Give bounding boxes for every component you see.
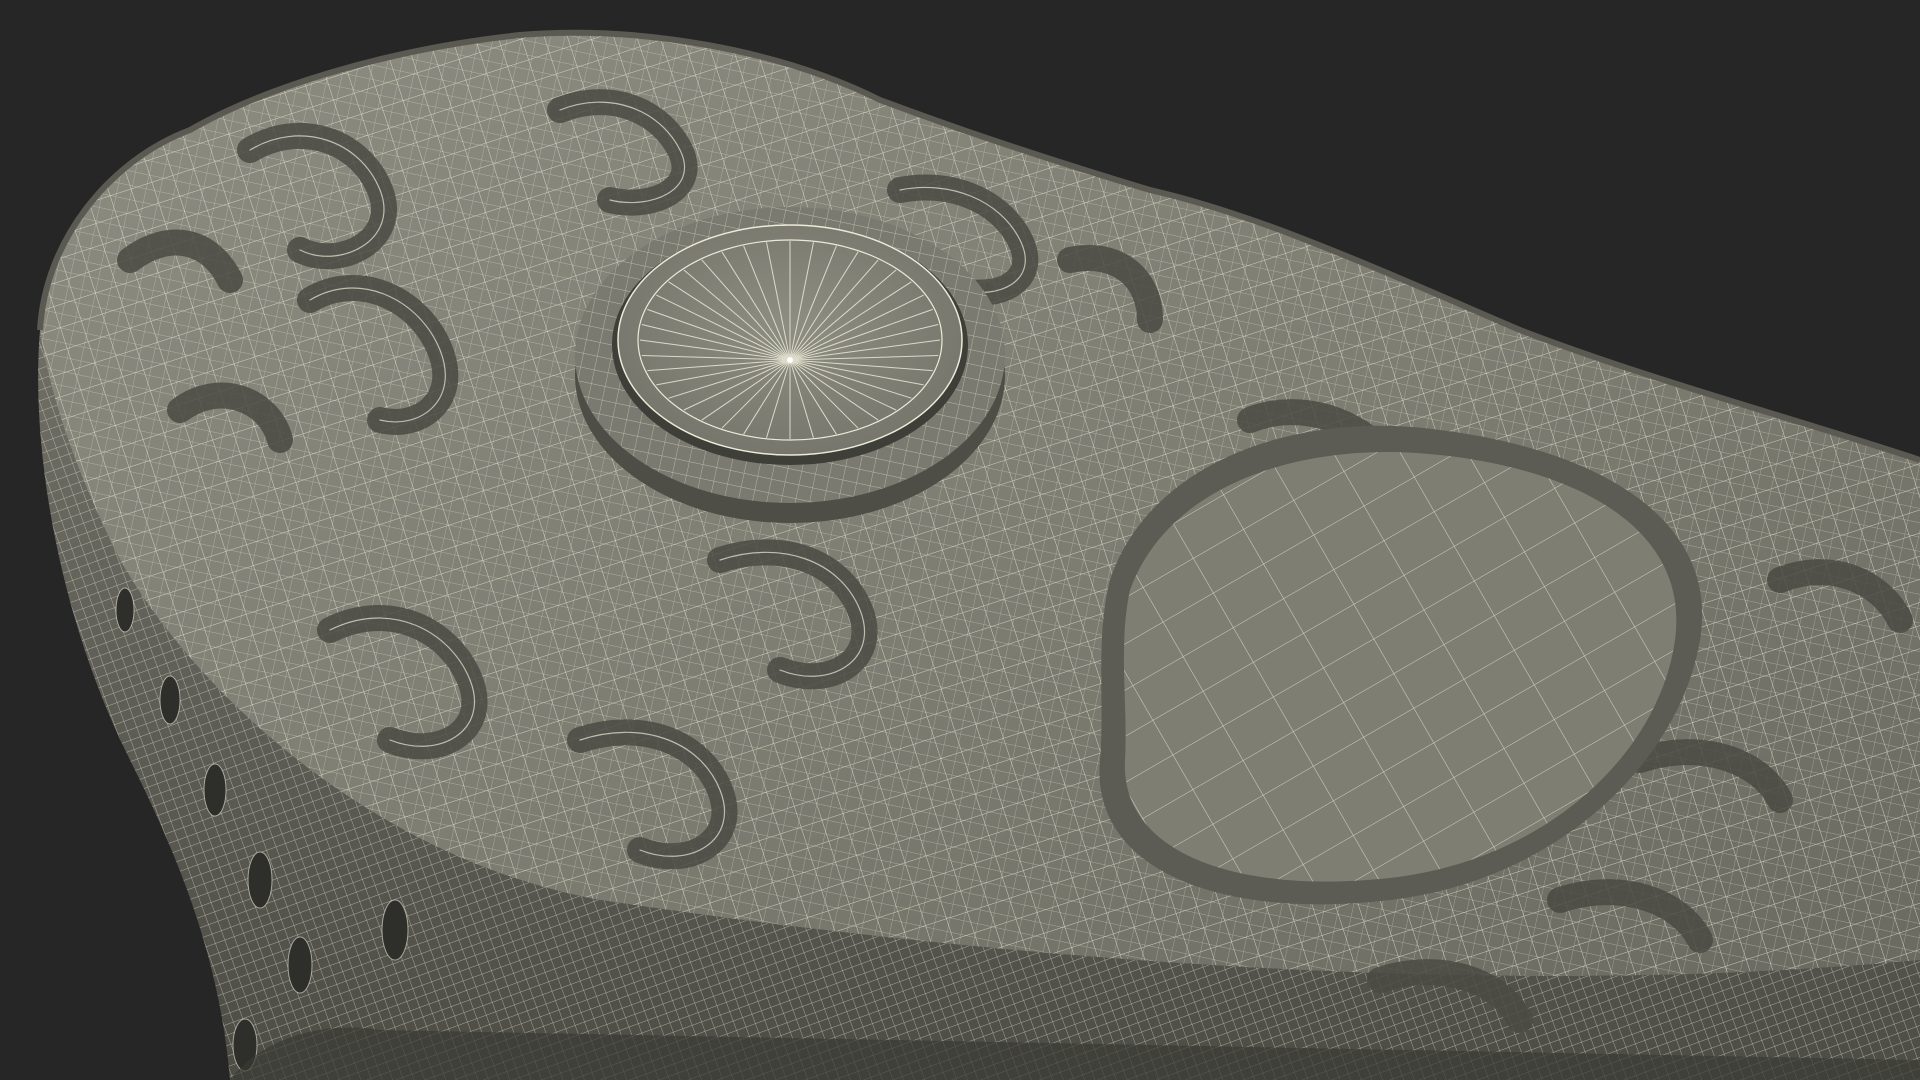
- wall-hole: [247, 851, 273, 909]
- render-viewport: [37, 29, 1920, 1080]
- circular-pivot-pad: [575, 207, 1005, 523]
- wall-hole: [203, 763, 227, 817]
- wall-hole: [115, 587, 135, 633]
- wall-hole: [159, 675, 181, 725]
- pivot-pad-center: [787, 357, 793, 363]
- wall-hole: [287, 936, 313, 994]
- wall-hole: [381, 899, 409, 961]
